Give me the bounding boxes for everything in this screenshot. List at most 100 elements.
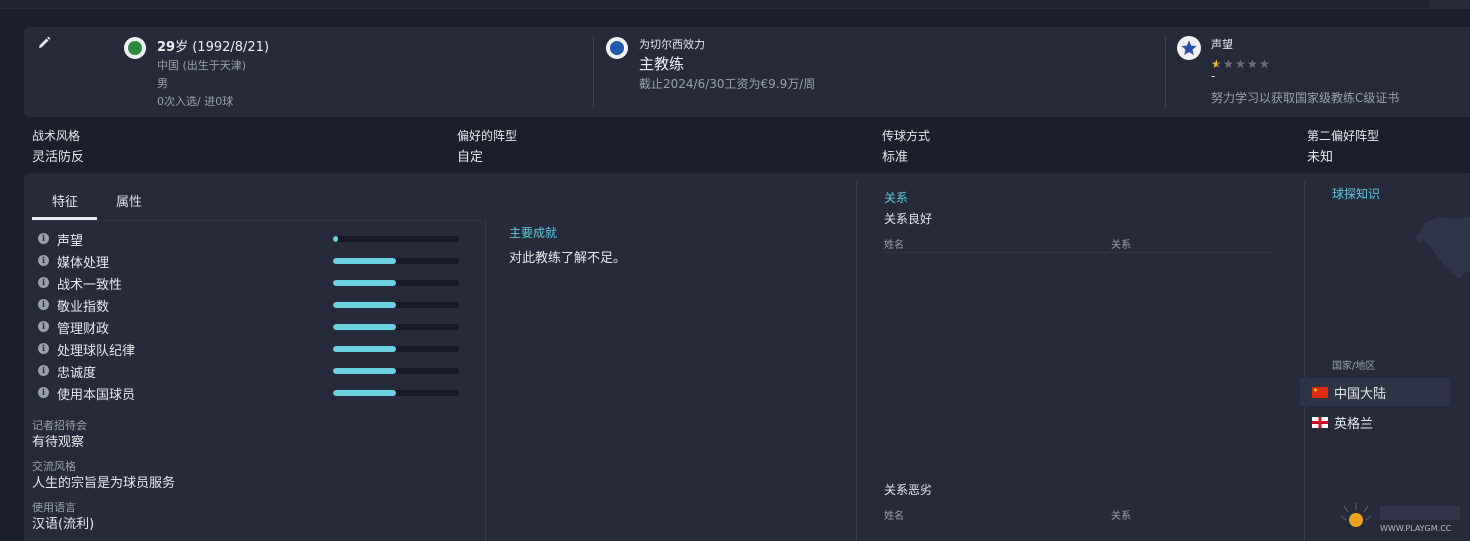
top-bar (0, 0, 1470, 9)
passing-style-value: 标准 (882, 150, 909, 165)
bad-relations-title: 关系恶劣 (884, 483, 933, 497)
active-tab-indicator (32, 217, 97, 220)
attribute-bar-track (333, 390, 459, 396)
comm-style-value: 人生的宗旨是为球员服务 (32, 476, 176, 491)
tab-attributes[interactable]: 属性 (116, 191, 142, 210)
attribute-bar-fill (333, 258, 396, 264)
attribute-bar-fill (333, 324, 396, 330)
attribute-label: 媒体处理 (57, 256, 110, 271)
relations-title: 关系 (884, 191, 909, 205)
contract-info: 截止2024/6/30工资为€9.9万/周 (639, 77, 816, 91)
attribute-bar-track (333, 280, 459, 286)
attribute-bar-track (333, 346, 459, 352)
age-suffix: 岁 (1992/8/21) (175, 40, 270, 55)
top-bar-corner (1430, 0, 1470, 8)
star-icon: ★ (1235, 57, 1246, 71)
good-col-name[interactable]: 姓名 (884, 236, 904, 251)
attribute-row[interactable]: i 媒体处理 (38, 251, 468, 271)
china-flag-icon (1312, 387, 1328, 398)
attribute-bar-track (333, 302, 459, 308)
passing-style-label: 传球方式 (882, 129, 931, 143)
attribute-row[interactable]: i 使用本国球员 (38, 383, 468, 403)
language-value: 汉语(流利) (32, 517, 95, 532)
coach-info-panel: 29岁 (1992/8/21) 中国 (出生于天津) 男 0次入选/ 进0球 为… (24, 27, 1470, 117)
attribute-bar-fill (333, 346, 396, 352)
world-map[interactable] (1404, 213, 1470, 303)
attribute-label: 管理财政 (57, 322, 110, 337)
info-icon[interactable]: i (38, 365, 49, 376)
reputation-note: 努力学习以获取国家级教练C级证书 (1211, 91, 1400, 105)
star-icon: ★ (1223, 57, 1234, 71)
age-number: 29 (157, 40, 176, 55)
svg-text:WWW.PLAYGM.CC: WWW.PLAYGM.CC (1380, 524, 1452, 533)
second-formation-value: 未知 (1307, 150, 1334, 165)
achievements-text: 对此教练了解不足。 (509, 251, 627, 266)
bad-col-relation[interactable]: 关系 (1111, 507, 1131, 522)
attribute-bar-track (333, 368, 459, 374)
tab-divider (32, 220, 482, 221)
press-conference-value: 有待观察 (32, 435, 85, 450)
england-flag-icon (1312, 417, 1328, 428)
club-header: 为切尔西效力 (639, 38, 705, 51)
main-panel: 特征 属性 i 声望 i 媒体处理 i 战术一致性 i 敬业指数 i 管理财政 i 处理球队纪律 i 忠诚… (24, 173, 1470, 541)
chelsea-badge-icon[interactable] (606, 37, 628, 59)
attribute-label: 声望 (57, 234, 84, 249)
good-relations-title: 关系良好 (884, 212, 933, 226)
country-row-england[interactable]: 英格兰 (1300, 408, 1450, 436)
tab-traits[interactable]: 特征 (52, 191, 78, 210)
attribute-row[interactable]: i 敬业指数 (38, 295, 468, 315)
column-divider (485, 221, 486, 541)
reputation-header: 声望 (1211, 38, 1233, 51)
attribute-row[interactable]: i 声望 (38, 229, 468, 249)
attribute-bar-fill (333, 390, 396, 396)
nationality: 中国 (出生于天津) (157, 59, 247, 72)
tactical-style-value: 灵活防反 (32, 150, 85, 165)
attribute-bar-fill (333, 368, 396, 374)
star-icon: ★ (1259, 57, 1270, 71)
china-fa-badge-icon (124, 37, 146, 59)
scout-knowledge-title: 球探知识 (1332, 187, 1381, 201)
info-icon[interactable]: i (38, 321, 49, 332)
info-icon[interactable]: i (38, 387, 49, 398)
info-icon[interactable]: i (38, 343, 49, 354)
achievements-title: 主要成就 (509, 226, 558, 240)
attribute-bar-track (333, 324, 459, 330)
country-name: 中国大陆 (1334, 387, 1387, 402)
attribute-label: 处理球队纪律 (57, 344, 136, 359)
reputation-star-icon (1177, 36, 1201, 60)
attribute-row[interactable]: i 忠诚度 (38, 361, 468, 381)
attribute-bar-track (333, 236, 459, 242)
club-role[interactable]: 主教练 (639, 53, 684, 74)
watermark-logo: WWW.PLAYGM.CC (1338, 500, 1468, 536)
attribute-label: 战术一致性 (57, 278, 123, 293)
attribute-bar-fill (333, 236, 339, 242)
bad-col-name[interactable]: 姓名 (884, 507, 904, 522)
column-divider (856, 181, 857, 541)
region-label: 国家/地区 (1332, 361, 1376, 372)
attribute-bar-fill (333, 302, 396, 308)
tactical-style-label: 战术风格 (32, 129, 81, 143)
info-icon[interactable]: i (38, 277, 49, 288)
attribute-label: 敬业指数 (57, 300, 110, 315)
second-formation-label: 第二偏好阵型 (1307, 129, 1380, 143)
country-name: 英格兰 (1334, 417, 1374, 432)
star-icon: ★ (1247, 57, 1258, 71)
attribute-row[interactable]: i 处理球队纪律 (38, 339, 468, 359)
info-icon[interactable]: i (38, 299, 49, 310)
divider (593, 35, 594, 109)
preferred-formation-value: 自定 (457, 150, 484, 165)
age-dob: 29岁 (1992/8/21) (157, 36, 269, 55)
international-caps: 0次入选/ 进0球 (157, 95, 234, 108)
edit-pencil-icon[interactable] (36, 35, 52, 51)
info-icon[interactable]: i (38, 255, 49, 266)
reputation-dash: - (1211, 69, 1216, 83)
info-icon[interactable]: i (38, 233, 49, 244)
country-row-china[interactable]: 中国大陆 (1300, 378, 1450, 406)
attribute-row[interactable]: i 战术一致性 (38, 273, 468, 293)
attribute-row[interactable]: i 管理财政 (38, 317, 468, 337)
good-col-relation[interactable]: 关系 (1111, 236, 1131, 251)
column-divider (1304, 181, 1305, 541)
divider (1165, 35, 1166, 109)
attribute-bar-track (333, 258, 459, 264)
attribute-label: 忠诚度 (57, 366, 97, 381)
